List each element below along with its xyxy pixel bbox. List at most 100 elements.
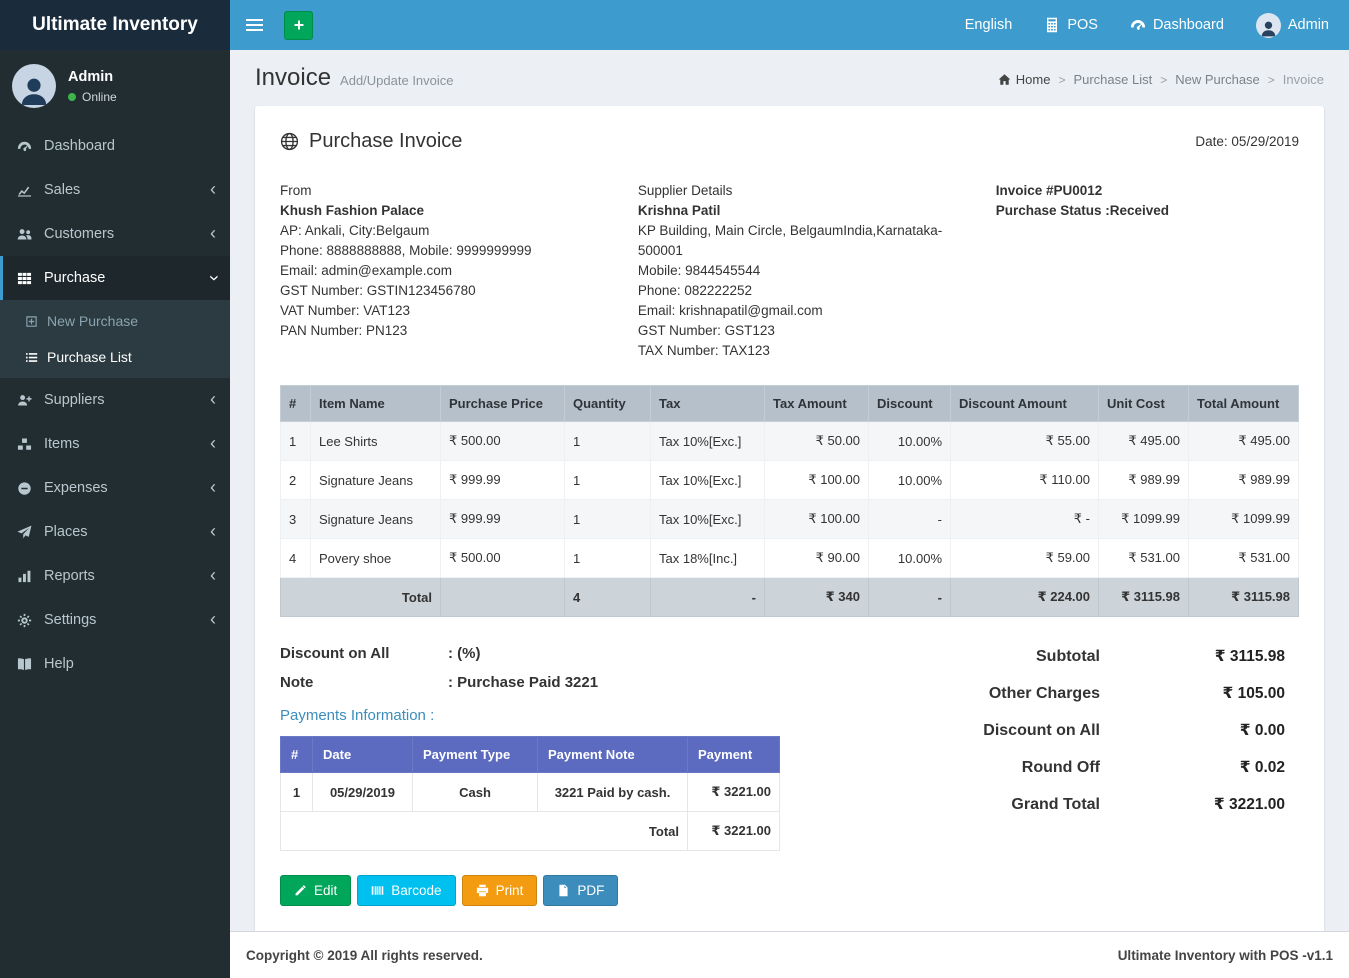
sidebar-item-sales[interactable]: Sales ‹ (0, 168, 230, 212)
sidebar-item-places[interactable]: Places ‹ (0, 510, 230, 554)
breadcrumb-separator: > (1267, 72, 1275, 87)
sidebar-item-new-purchase[interactable]: New Purchase (0, 303, 230, 339)
summary-row: Round Off ₹ 0.02 (964, 758, 1285, 777)
barcode-button[interactable]: Barcode (357, 875, 456, 906)
language-label: English (964, 17, 1013, 33)
table-cell: ₹ 100.00 (764, 499, 869, 539)
customers-icon (17, 227, 44, 242)
pos-link[interactable]: POS (1044, 17, 1098, 33)
sidebar-item-help[interactable]: Help (0, 642, 230, 686)
breadcrumb-home[interactable]: Home (998, 72, 1050, 87)
sidebar-item-customers[interactable]: Customers ‹ (0, 212, 230, 256)
breadcrumb-separator: > (1058, 72, 1066, 87)
table-cell: ₹ 100.00 (764, 460, 869, 500)
table-cell (440, 577, 565, 617)
chevron-left-icon: ‹ (210, 609, 216, 629)
app-root: Ultimate Inventory English POS Dashboard (0, 0, 1349, 978)
page-title-block: Invoice Add/Update Invoice (255, 64, 454, 92)
user-name-label: Admin (1287, 17, 1329, 33)
table-cell: 10.00% (868, 421, 951, 461)
column-header: Discount (868, 385, 951, 422)
summary-value: ₹ 105.00 (1222, 685, 1286, 702)
sidebar-item-dashboard[interactable]: Dashboard (0, 124, 230, 168)
table-cell: ₹ 59.00 (950, 538, 1099, 578)
table-cell: ₹ 1099.99 (1188, 499, 1299, 539)
page-title: Invoice (255, 64, 332, 91)
dashboard-link[interactable]: Dashboard (1130, 17, 1224, 33)
sidebar-item-label: Items (44, 436, 80, 452)
invoice-title-block: Purchase Invoice (280, 130, 462, 153)
supplier-block: Supplier Details Krishna Patil KP Buildi… (638, 181, 996, 361)
sidebar-item-settings[interactable]: Settings ‹ (0, 598, 230, 642)
sidebar-item-reports[interactable]: Reports ‹ (0, 554, 230, 598)
content: Invoice Add/Update Invoice Home > Purcha… (230, 50, 1349, 931)
chevron-left-icon: ‹ (210, 433, 216, 453)
sidebar-item-suppliers[interactable]: Suppliers ‹ (0, 378, 230, 422)
places-icon (17, 525, 44, 540)
pdf-button-label: PDF (577, 883, 605, 898)
column-header: Tax Amount (764, 385, 869, 422)
supplier-line: TAX Number: TAX123 (637, 343, 770, 358)
sidebar-user-panel: Admin Online (0, 50, 230, 120)
summary-value: ₹ 3115.98 (1214, 648, 1285, 665)
from-line: GST Number: GSTIN123456780 (280, 283, 476, 298)
breadcrumb-new-purchase[interactable]: New Purchase (1175, 72, 1260, 87)
note-label: Note (280, 674, 314, 691)
breadcrumb-purchase-list[interactable]: Purchase List (1073, 72, 1152, 87)
summary-label: Other Charges (988, 685, 1100, 702)
reports-icon (17, 569, 44, 584)
table-cell: 3221 Paid by cash. (537, 772, 688, 812)
online-status-dot (68, 92, 76, 101)
sidebar-toggle-button[interactable] (230, 0, 278, 50)
user-menu[interactable]: Admin (1255, 12, 1329, 38)
total-discount: - (868, 577, 951, 617)
sidebar-item-purchase-list[interactable]: Purchase List (0, 339, 230, 375)
version-text: Ultimate Inventory with POS -v1.1 (1117, 947, 1333, 963)
summary-label: Subtotal (1036, 648, 1100, 665)
table-cell: Signature Jeans (310, 499, 441, 539)
language-menu[interactable]: English (965, 17, 1013, 33)
app-brand[interactable]: Ultimate Inventory (0, 0, 230, 50)
table-cell: Tax 10%[Exc.] (650, 499, 765, 539)
summary-value: ₹ 3221.00 (1213, 796, 1285, 813)
sidebar: Admin Online Dashboard Sales ‹ Customers… (0, 50, 230, 978)
from-line: Phone: 8888888888, Mobile: 9999999999 (280, 243, 532, 258)
quick-add-button[interactable] (284, 10, 313, 40)
column-header: Unit Cost (1098, 385, 1189, 422)
table-cell: 1 (280, 772, 313, 812)
column-header: Purchase Price (440, 385, 565, 422)
invoice-lower-left: Discount on All : (%) Note : Purchase Pa… (280, 645, 840, 906)
barcode-icon (371, 884, 384, 897)
sidebar-item-expenses[interactable]: Expenses ‹ (0, 466, 230, 510)
table-cell: ₹ 531.00 (1098, 538, 1189, 578)
supplier-name: Krishna Patil (637, 203, 721, 218)
globe-icon (280, 132, 299, 151)
column-header: # (280, 736, 313, 773)
from-name: Khush Fashion Palace (280, 203, 425, 218)
chevron-left-icon: ‹ (210, 477, 216, 497)
table-cell: 1 (280, 421, 311, 461)
print-button[interactable]: Print (461, 875, 538, 906)
pdf-button[interactable]: PDF (543, 875, 619, 906)
discount-on-all-value: : (%) (448, 645, 481, 662)
summary-row: Subtotal ₹ 3115.98 (964, 647, 1285, 666)
items-table-header-row: # Item Name Purchase Price Quantity Tax … (280, 385, 1299, 422)
items-icon (17, 437, 44, 452)
dashboard-label: Dashboard (1152, 17, 1224, 33)
payments-table: # Date Payment Type Payment Note Payment… (280, 736, 780, 851)
table-row: 4 Povery shoe ₹ 500.00 1 Tax 18%[Inc.] ₹… (280, 538, 1299, 578)
column-header: Discount Amount (950, 385, 1099, 422)
table-cell: ₹ 999.99 (440, 499, 565, 539)
sidebar-item-items[interactable]: Items ‹ (0, 422, 230, 466)
breadcrumb-current: Invoice (1282, 72, 1324, 87)
summary-value: ₹ 0.00 (1239, 722, 1285, 739)
chevron-left-icon: ‹ (210, 179, 216, 199)
edit-button[interactable]: Edit (280, 875, 352, 906)
summary-label: Grand Total (1011, 796, 1100, 813)
sidebar-item-label: Reports (44, 568, 95, 584)
page-subtitle: Add/Update Invoice (340, 73, 454, 88)
note-value: : Purchase Paid 3221 (448, 674, 599, 691)
sidebar-item-purchase[interactable]: Purchase ‹ (0, 256, 230, 300)
table-cell: 3 (280, 499, 311, 539)
table-cell: ₹ 495.00 (1188, 421, 1299, 461)
